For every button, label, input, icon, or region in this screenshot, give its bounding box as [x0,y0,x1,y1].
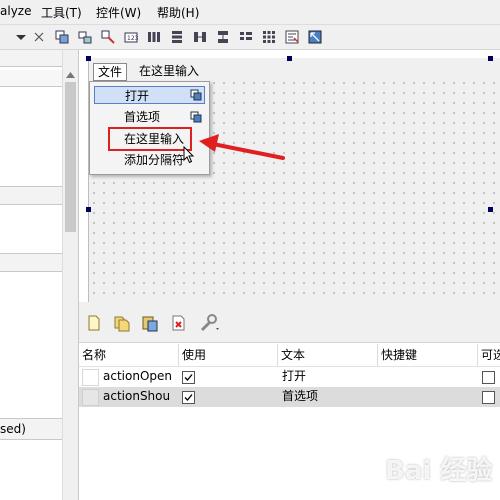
paste-action-icon[interactable] [141,314,159,332]
edit-tab-order-icon[interactable]: 123 [124,30,138,44]
dropdown-arrow-icon[interactable] [14,30,28,44]
menubar: alyze 工具(T) 控件(W) 帮助(H) [0,0,500,25]
left-panel-row[interactable] [0,70,62,87]
watermark: Bai 经验 [385,456,493,486]
layout-vertical-icon[interactable] [170,30,184,44]
new-action-icon[interactable] [85,314,103,332]
checkmark-icon [184,374,193,381]
resize-handle[interactable] [287,56,292,61]
mouse-cursor-icon [183,146,195,164]
edit-action-icon [190,89,202,101]
copy-action-icon[interactable] [113,314,131,332]
resize-handle[interactable] [86,207,91,212]
form-menubar: 文件 在这里输入 [89,62,500,81]
menu-item-label: 首选项 [124,110,161,124]
action-icon-placeholder [82,369,99,386]
left-panel-scrollbar[interactable] [62,50,78,500]
scroll-up-icon[interactable] [66,72,75,78]
column-header-shortcut[interactable]: 快捷键 [378,344,478,366]
menu-item-preferences[interactable]: 首选项 [94,108,205,126]
delete-action-icon[interactable] [170,314,188,332]
action-name: actionOpen [103,369,172,383]
adjust-size-icon[interactable] [308,30,322,44]
layout-splitter-h-icon[interactable] [193,30,207,44]
action-icon-placeholder [82,389,99,406]
left-panel: sed) [0,50,79,500]
layout-grid-icon[interactable] [262,30,276,44]
left-panel-section[interactable]: sed) [0,418,62,440]
menu-item-label: 添加分隔符 [124,153,185,167]
highlight-box [108,127,192,151]
left-panel-header [0,50,62,67]
svg-text:123: 123 [127,35,138,42]
checkmark-icon [184,394,193,401]
menu-item-label: 打开 [125,89,150,103]
form-menu-type-here[interactable]: 在这里输入 [135,63,203,79]
left-panel-section[interactable] [0,186,62,205]
resize-handle[interactable] [488,56,493,61]
table-row[interactable]: actionOpen 打开 [79,367,500,387]
layout-horizontal-icon[interactable] [147,30,161,44]
scrollbar-thumb[interactable] [65,82,76,232]
layout-splitter-v-icon[interactable] [216,30,230,44]
action-table-header: 名称 使用 文本 快捷键 可选 [79,344,500,367]
table-row[interactable]: actionShou 首选项 [79,387,500,407]
left-panel-section-label: sed) [0,422,26,436]
menu-tools[interactable]: 工具(T) [41,4,82,21]
action-name: actionShou [103,389,171,403]
column-header-used[interactable]: 使用 [179,344,278,366]
column-header-checkable[interactable]: 可选 [478,344,500,366]
menu-widgets[interactable]: 控件(W) [96,4,141,21]
left-panel-section[interactable] [0,253,62,272]
menu-help[interactable]: 帮助(H) [157,4,199,21]
edit-buddies-icon[interactable] [101,30,115,44]
configure-tool-icon[interactable] [199,314,221,332]
used-checkbox[interactable] [182,391,195,404]
checkable-checkbox[interactable] [482,391,495,404]
form-menu-file[interactable]: 文件 [93,63,128,81]
used-checkbox[interactable] [182,371,195,384]
menu-item-open[interactable]: 打开 [94,86,205,104]
red-arrow-icon [199,134,285,160]
close-icon[interactable] [32,30,46,44]
resize-handle[interactable] [488,207,493,212]
resize-handle[interactable] [86,56,91,61]
column-header-name[interactable]: 名称 [79,344,179,366]
break-layout-icon[interactable] [285,30,299,44]
menu-analyze[interactable]: alyze [0,4,31,18]
action-editor-toolbar [79,302,500,343]
column-header-text[interactable]: 文本 [278,344,378,366]
action-text: 首选项 [282,389,319,403]
action-text: 打开 [282,369,307,383]
edit-widgets-icon[interactable] [55,30,69,44]
checkable-checkbox[interactable] [482,371,495,384]
edit-action-icon [190,111,202,123]
edit-signals-icon[interactable] [78,30,92,44]
layout-form-icon[interactable] [239,30,253,44]
toolbar: 123 [0,25,500,50]
